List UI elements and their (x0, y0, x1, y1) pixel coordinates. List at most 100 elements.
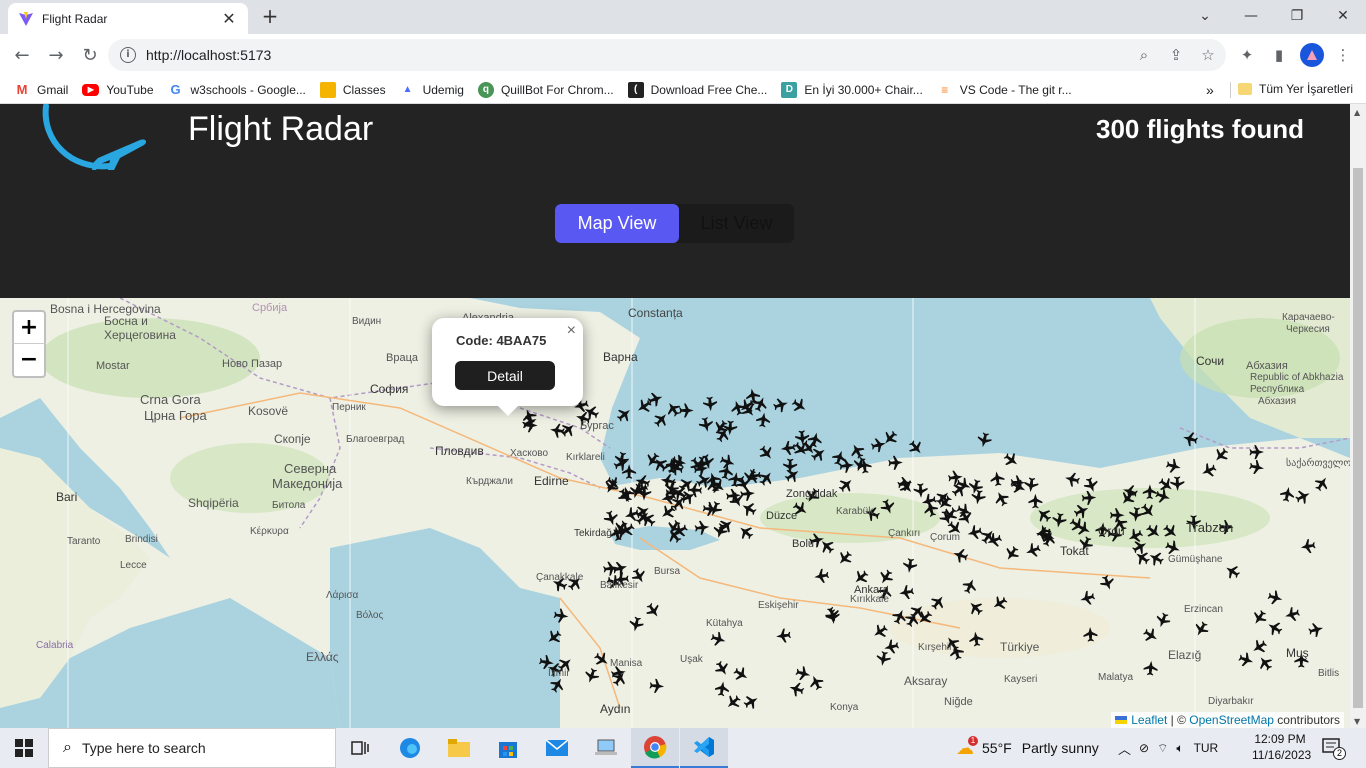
share-icon[interactable]: ⇪ (1163, 42, 1189, 68)
laptop-app-icon[interactable] (582, 728, 630, 768)
flight-map[interactable]: Bosna i Hercegovina Босна и Херцеговина Срб… (0, 298, 1350, 728)
bookmark-star-icon[interactable]: ☆ (1195, 42, 1221, 68)
aircraft-marker[interactable] (698, 416, 715, 433)
aircraft-marker[interactable] (789, 396, 809, 416)
site-info-icon[interactable]: i (120, 47, 136, 63)
app-header: Flight Radar 300 flights found Map View … (0, 104, 1350, 298)
map-label: Видин (352, 316, 382, 327)
map-label: Republic of Abkhazia (1250, 372, 1344, 383)
scrollbar-thumb[interactable] (1353, 168, 1363, 708)
map-label: Абхазия (1258, 396, 1296, 407)
osm-link[interactable]: OpenStreetMap (1189, 713, 1274, 727)
map-view-button[interactable]: Map View (555, 204, 679, 243)
wifi-icon[interactable]: ⌔ (1157, 741, 1168, 756)
tab-search-chevron-icon[interactable]: ⌄ (1182, 0, 1228, 32)
aircraft-marker[interactable] (643, 450, 663, 470)
notification-count: 2 (1333, 747, 1346, 760)
aircraft-marker[interactable] (831, 449, 849, 467)
notifications-icon[interactable]: 2 (1322, 738, 1346, 760)
bookmark-udemig[interactable]: ▲ Udemig (399, 81, 464, 98)
map-label: Tokat (1060, 544, 1089, 558)
aircraft-marker[interactable] (651, 410, 671, 430)
aircraft-marker[interactable] (906, 438, 926, 458)
zoom-in-button[interactable]: + (12, 310, 46, 344)
scroll-up-icon[interactable]: ▲ (1354, 108, 1360, 117)
map-label: Çankırı (888, 528, 921, 539)
tab-close-icon[interactable]: ✕ (220, 9, 238, 28)
bookmark-youtube[interactable]: ▶ YouTube (82, 83, 154, 97)
page-scrollbar[interactable]: ▲ ▼ (1350, 104, 1366, 728)
browser-tab[interactable]: Flight Radar ✕ (8, 3, 248, 34)
popup-close-icon[interactable]: × (567, 322, 576, 340)
aircraft-marker[interactable] (646, 390, 664, 408)
extensions-icon[interactable]: ✦ (1234, 42, 1260, 68)
map-label: Kütahya (706, 618, 743, 629)
bookmark-classes[interactable]: Classes (319, 81, 386, 98)
edge-icon[interactable] (386, 728, 434, 768)
stackoverflow-icon: ≡ (936, 81, 953, 98)
weather-widget[interactable]: ☁ 1 55°F Partly sunny (956, 728, 1099, 768)
file-explorer-icon[interactable] (435, 728, 483, 768)
scroll-down-icon[interactable]: ▼ (1354, 717, 1360, 726)
side-panel-icon[interactable]: ▮ (1266, 42, 1292, 68)
windows-start-icon[interactable] (0, 728, 48, 768)
bookmark-vscode[interactable]: ≡ VS Code - The git r... (936, 81, 1072, 98)
all-bookmarks[interactable]: Tüm Yer İşaretleri (1238, 82, 1353, 96)
map-label: Республика (1250, 384, 1305, 395)
leaflet-link[interactable]: Leaflet (1131, 713, 1167, 727)
aircraft-marker[interactable] (622, 464, 637, 479)
profile-avatar[interactable] (1300, 43, 1324, 67)
aircraft-marker[interactable] (703, 396, 718, 412)
back-icon[interactable]: ← (6, 39, 38, 71)
map-label: Абхазия (1246, 360, 1288, 372)
browser-toolbar: ← → ↻ i http://localhost:5173 ⌕ ⇪ ☆ ✦ ▮ … (0, 34, 1366, 76)
detail-button[interactable]: Detail (455, 361, 555, 390)
aircraft-marker[interactable] (847, 441, 866, 460)
aircraft-marker[interactable] (880, 428, 900, 448)
bookmark-quillbot[interactable]: q QuillBot For Chrom... (477, 81, 614, 98)
map-label: Северна (284, 461, 337, 476)
aircraft-marker[interactable] (772, 396, 790, 414)
window-close-icon[interactable]: ✕ (1320, 0, 1366, 32)
new-tab-icon[interactable]: + (258, 5, 282, 29)
bookmark-chairs[interactable]: D En İyi 30.000+ Chair... (781, 81, 923, 98)
aircraft-marker[interactable] (976, 431, 993, 448)
aircraft-marker[interactable] (679, 403, 694, 418)
map-label: İzmir (548, 668, 570, 679)
volume-icon[interactable]: 🔈︎ (1176, 741, 1183, 756)
language-indicator[interactable]: TUR (1194, 741, 1219, 755)
mail-icon[interactable] (533, 728, 581, 768)
map-label: Херцеговина (104, 328, 176, 342)
bookmark-gmail[interactable]: M Gmail (14, 81, 68, 98)
aircraft-marker[interactable] (1181, 430, 1199, 447)
map-label: Karabük (836, 506, 874, 517)
zoom-out-button[interactable]: − (12, 344, 46, 378)
aircraft-marker[interactable] (756, 443, 776, 463)
zoom-icon[interactable]: ⌕ (1131, 42, 1157, 68)
list-view-button[interactable]: List View (679, 204, 794, 243)
bookmark-w3schools[interactable]: G w3schools - Google... (167, 81, 306, 98)
minimize-icon[interactable]: — (1228, 0, 1274, 32)
aircraft-marker[interactable] (795, 430, 810, 446)
menu-icon[interactable]: ⋮ (1330, 42, 1356, 68)
aircraft-marker[interactable] (870, 436, 887, 453)
bookmarks-overflow-icon[interactable]: » (1206, 82, 1214, 98)
bookmark-cheatsheet[interactable]: ( Download Free Che... (627, 81, 767, 98)
taskbar-search[interactable]: ⌕ Type here to search (48, 728, 336, 768)
network-warning-icon[interactable]: ⊘ (1139, 741, 1149, 755)
address-bar[interactable]: i http://localhost:5173 (108, 39, 1226, 71)
aircraft-marker[interactable] (755, 412, 771, 428)
tray-chevron-icon[interactable]: ︿ (1118, 739, 1131, 758)
store-icon[interactable] (484, 728, 532, 768)
task-view-icon[interactable] (336, 728, 384, 768)
reload-icon[interactable]: ↻ (74, 39, 106, 71)
chrome-icon[interactable] (631, 728, 679, 768)
clock[interactable]: 12:09 PM 11/16/2023 (1252, 731, 1311, 763)
aircraft-marker[interactable] (780, 440, 796, 456)
restore-icon[interactable]: ❐ (1274, 0, 1320, 32)
vscode-icon[interactable] (680, 728, 728, 768)
bookmark-label: VS Code - The git r... (959, 82, 1072, 97)
bookmark-label: Tüm Yer İşaretleri (1259, 82, 1354, 96)
forward-icon[interactable]: → (40, 39, 72, 71)
aircraft-marker[interactable] (614, 405, 634, 425)
